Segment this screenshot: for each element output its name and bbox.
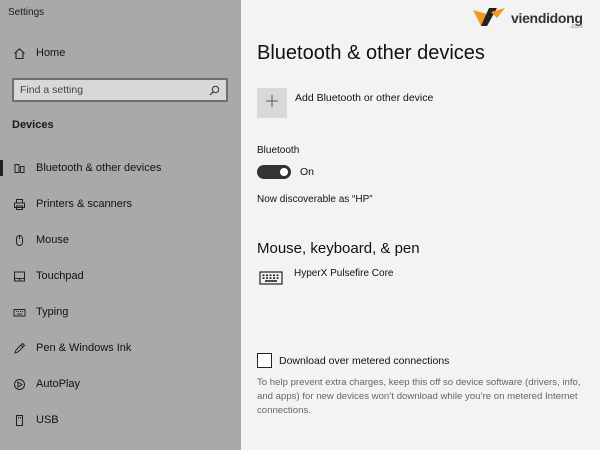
home-link[interactable]: Home <box>12 46 65 60</box>
sidebar-item-label: Mouse <box>36 234 70 246</box>
search-icon[interactable] <box>208 84 220 96</box>
add-device-button[interactable] <box>257 88 287 118</box>
search-box[interactable] <box>12 78 228 102</box>
toggle-knob <box>280 168 288 176</box>
bluetooth-icon <box>12 161 26 175</box>
sidebar-item-label: Typing <box>36 306 69 318</box>
touchpad-icon <box>12 269 26 283</box>
metered-label[interactable]: Download over metered connections <box>279 355 449 367</box>
main-content: Bluetooth & other devices Add Bluetooth … <box>241 0 600 450</box>
add-device-row[interactable]: Add Bluetooth or other device <box>257 88 433 118</box>
device-name: HyperX Pulsefire Core <box>294 268 394 279</box>
window-title: Settings <box>8 7 45 18</box>
discoverable-text: Now discoverable as “HP” <box>257 194 373 205</box>
sidebar-item-typing[interactable]: Typing <box>0 294 241 330</box>
sidebar-item-label: Pen & Windows Ink <box>36 342 132 354</box>
logo-mark-icon <box>471 6 507 33</box>
sidebar-item-mouse[interactable]: Mouse <box>0 222 241 258</box>
bluetooth-toggle[interactable] <box>257 165 291 179</box>
sidebar-item-label: AutoPlay <box>36 378 81 390</box>
section-heading-mouse-keyboard-pen: Mouse, keyboard, & pen <box>257 240 420 257</box>
pen-icon <box>12 341 26 355</box>
metered-help-text: To help prevent extra charges, keep this… <box>257 377 581 416</box>
device-item[interactable]: HyperX Pulsefire Core <box>259 268 393 286</box>
bluetooth-toggle-row: On <box>257 165 314 179</box>
sidebar-item-bluetooth[interactable]: Bluetooth & other devices <box>0 150 241 186</box>
home-label: Home <box>36 47 66 59</box>
usb-icon <box>12 413 26 427</box>
metered-row[interactable]: Download over metered connections <box>257 353 449 368</box>
sidebar-item-label: Touchpad <box>36 270 84 282</box>
keyboard-icon <box>12 305 26 319</box>
sidebar-nav: Bluetooth & other devices Printers & sca… <box>0 150 241 438</box>
sidebar-item-label: Bluetooth & other devices <box>36 162 162 174</box>
add-device-label[interactable]: Add Bluetooth or other device <box>295 92 433 104</box>
bluetooth-state: On <box>300 166 315 178</box>
printer-icon <box>12 197 26 211</box>
home-icon <box>12 46 26 60</box>
bluetooth-label: Bluetooth <box>257 145 300 156</box>
sidebar-item-touchpad[interactable]: Touchpad <box>0 258 241 294</box>
mouse-icon <box>12 233 26 247</box>
autoplay-icon <box>12 377 26 391</box>
logo-sub: .com <box>569 23 583 30</box>
sidebar-item-autoplay[interactable]: AutoPlay <box>0 366 241 402</box>
page-title: Bluetooth & other devices <box>257 42 485 64</box>
keyboard-icon <box>259 270 283 286</box>
sidebar-item-label: Printers & scanners <box>36 198 132 210</box>
sidebar-item-pen[interactable]: Pen & Windows Ink <box>0 330 241 366</box>
watermark-logo: viendidong .com <box>471 6 583 33</box>
section-label-devices: Devices <box>12 119 54 131</box>
plus-icon <box>265 94 279 113</box>
sidebar: Settings Home Devices Bluetooth & other … <box>0 0 241 450</box>
sidebar-item-label: USB <box>36 414 59 426</box>
search-input[interactable] <box>20 84 208 96</box>
metered-checkbox[interactable] <box>257 353 272 368</box>
logo-text: viendidong .com <box>511 10 583 30</box>
sidebar-item-usb[interactable]: USB <box>0 402 241 438</box>
sidebar-item-printers[interactable]: Printers & scanners <box>0 186 241 222</box>
